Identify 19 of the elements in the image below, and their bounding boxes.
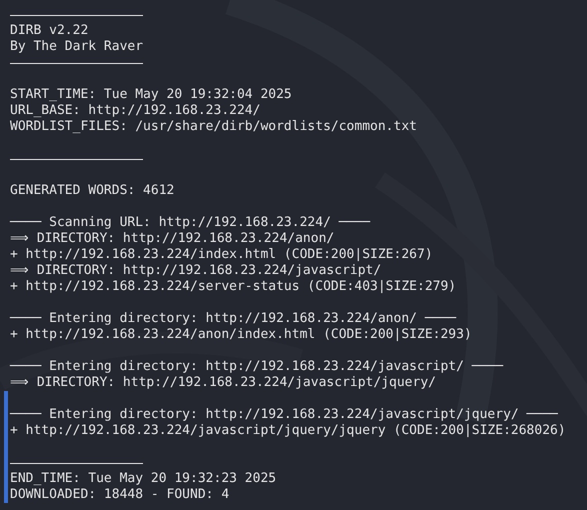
output-line: ⟹ DIRECTORY: http://192.168.23.224/javascript/jquery/ — [10, 375, 436, 391]
output-line: + http://192.168.23.224/javascript/jquery/jquery (CODE:200|SIZE:268026) — [10, 423, 566, 439]
output-line: + http://192.168.23.224/server-status (CODE:403|SIZE:279) — [10, 279, 456, 295]
output-line: START_TIME: Tue May 20 19:32:04 2025 — [10, 87, 292, 103]
output-line: ──── Entering directory: http://192.168.23.224/anon/ ──── — [10, 311, 456, 327]
output-line: ──── Scanning URL: http://192.168.23.224/ ──── — [10, 215, 370, 231]
output-line: DIRB v2.22 — [10, 23, 88, 39]
output-line: ──── Entering directory: http://192.168.23.224/javascript/jquery/ ──── — [10, 407, 558, 423]
output-line: DOWNLOADED: 18448 - FOUND: 4 — [10, 487, 230, 503]
output-line: + http://192.168.23.224/index.html (CODE:200|SIZE:267) — [10, 247, 433, 263]
output-line: By The Dark Raver — [10, 39, 144, 55]
output-line: ⟹ DIRECTORY: http://192.168.23.224/anon/ — [10, 231, 334, 247]
output-line: WORDLIST_FILES: /usr/share/dirb/wordlists/common.txt — [10, 119, 417, 135]
output-line: END_TIME: Tue May 20 19:32:23 2025 — [10, 471, 276, 487]
output-line: GENERATED WORDS: 4612 — [10, 183, 174, 199]
output-line: ⟹ DIRECTORY: http://192.168.23.224/javascript/ — [10, 263, 382, 279]
output-line: ──── Entering directory: http://192.168.23.224/javascript/ ──── — [10, 359, 504, 375]
output-line: URL_BASE: http://192.168.23.224/ — [10, 103, 260, 119]
output-line: + http://192.168.23.224/anon/index.html (CODE:200|SIZE:293) — [10, 327, 472, 343]
